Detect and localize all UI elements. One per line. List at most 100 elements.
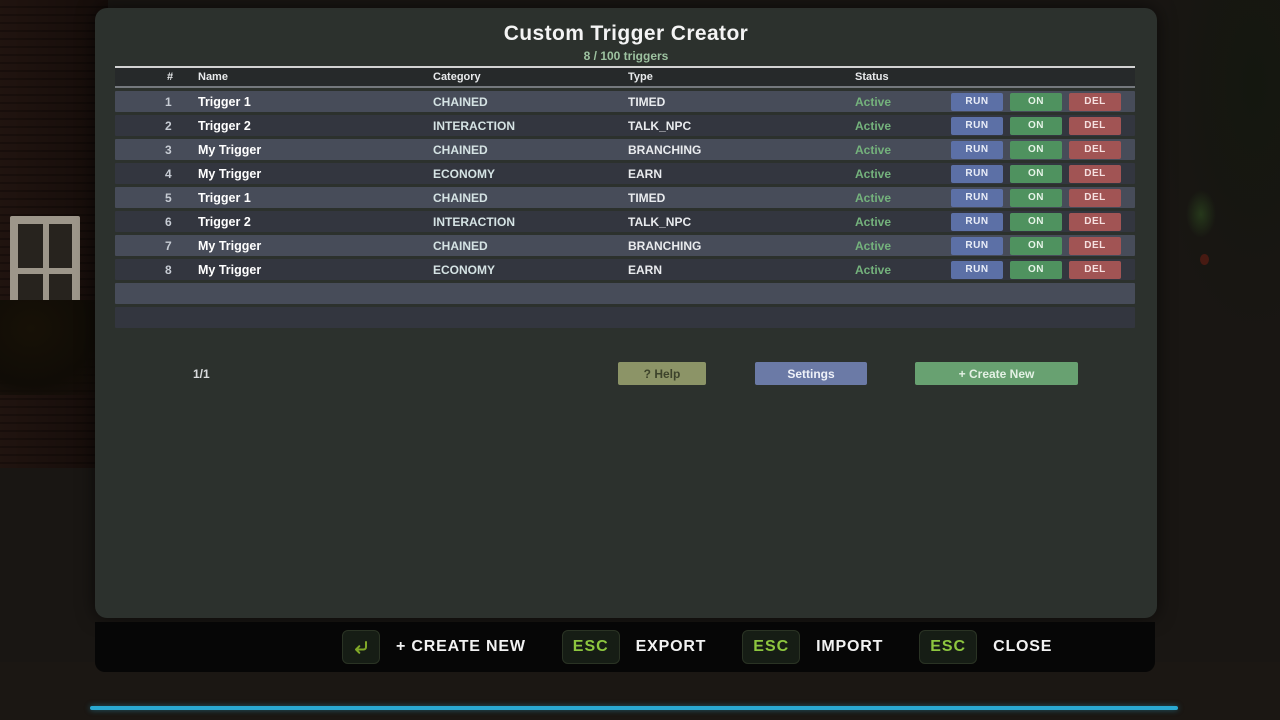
cell-number: 1 (115, 95, 198, 109)
cell-category: CHAINED (433, 95, 628, 109)
run-button[interactable]: RUN (951, 165, 1003, 183)
cell-actions: RUN ON DEL (951, 237, 1135, 255)
column-header-number: # (115, 71, 198, 83)
keybind-close[interactable]: ESC CLOSE (919, 630, 1052, 664)
column-header-name: Name (198, 71, 433, 83)
console-accent-line (90, 706, 1178, 710)
cell-status: Active (855, 215, 951, 229)
column-header-category: Category (433, 71, 628, 83)
distant-red-object (1200, 254, 1209, 265)
cell-status: Active (855, 119, 951, 133)
tree-silhouette (1150, 0, 1280, 340)
keybind-import[interactable]: ESC IMPORT (742, 630, 883, 664)
delete-button[interactable]: DEL (1069, 261, 1121, 279)
empty-row (115, 307, 1135, 328)
trigger-row: 3My TriggerCHAINEDBRANCHINGActiveRUN ON DE… (115, 139, 1135, 160)
cell-name: Trigger 1 (198, 95, 433, 109)
bushes (0, 300, 104, 395)
cell-number: 3 (115, 143, 198, 157)
trigger-row: 7My TriggerCHAINEDBRANCHINGActiveRUN ON DE… (115, 235, 1135, 256)
on-button[interactable]: ON (1010, 141, 1062, 159)
cell-type: TALK_NPC (628, 215, 855, 229)
cell-status: Active (855, 167, 951, 181)
esc-key-export[interactable]: ESC (562, 630, 620, 664)
column-header-status: Status (855, 71, 951, 83)
cell-type: BRANCHING (628, 239, 855, 253)
dialog-title: Custom Trigger Creator (95, 22, 1157, 46)
create-new-button[interactable]: + Create New (915, 362, 1078, 385)
cell-actions: RUN ON DEL (951, 213, 1135, 231)
cell-name: My Trigger (198, 239, 433, 253)
page-indicator: 1/1 (193, 367, 210, 381)
on-button[interactable]: ON (1010, 93, 1062, 111)
on-button[interactable]: ON (1010, 189, 1062, 207)
cell-actions: RUN ON DEL (951, 141, 1135, 159)
cell-category: ECONOMY (433, 263, 628, 277)
column-header-type: Type (628, 71, 855, 83)
run-button[interactable]: RUN (951, 117, 1003, 135)
cell-category: INTERACTION (433, 215, 628, 229)
cell-status: Active (855, 239, 951, 253)
cell-category: ECONOMY (433, 167, 628, 181)
keybind-label-import: IMPORT (816, 638, 883, 656)
cell-actions: RUN ON DEL (951, 165, 1135, 183)
custom-trigger-creator-dialog: Custom Trigger Creator 8 / 100 triggers … (95, 8, 1157, 618)
delete-button[interactable]: DEL (1069, 213, 1121, 231)
trigger-row: 5Trigger 1CHAINEDTIMEDActiveRUNONDEL (115, 187, 1135, 208)
run-button[interactable]: RUN (951, 141, 1003, 159)
run-button[interactable]: RUN (951, 189, 1003, 207)
on-button[interactable]: ON (1010, 117, 1062, 135)
trigger-row: 1Trigger 1CHAINEDTIMEDActiveRUNONDEL (115, 91, 1135, 112)
cell-status: Active (855, 143, 951, 157)
cell-name: Trigger 2 (198, 215, 433, 229)
enter-key-button[interactable] (342, 630, 380, 664)
help-button[interactable]: ? Help (618, 362, 706, 385)
settings-button[interactable]: Settings (755, 362, 867, 385)
keybind-export[interactable]: ESC EXPORT (562, 630, 707, 664)
trigger-table: # Name Category Type Status 1Trigger 1CH… (115, 66, 1135, 328)
delete-button[interactable]: DEL (1069, 93, 1121, 111)
cell-actions: RUN ON DEL (951, 261, 1135, 279)
delete-button[interactable]: DEL (1069, 189, 1121, 207)
cell-type: EARN (628, 167, 855, 181)
on-button[interactable]: ON (1010, 213, 1062, 231)
table-rows: 1Trigger 1CHAINEDTIMEDActiveRUNONDEL2Tri… (115, 91, 1135, 328)
delete-button[interactable]: DEL (1069, 165, 1121, 183)
trigger-count: 8 / 100 triggers (95, 49, 1157, 63)
cell-type: TIMED (628, 191, 855, 205)
table-header-row: # Name Category Type Status (115, 66, 1135, 88)
cell-category: CHAINED (433, 191, 628, 205)
on-button[interactable]: ON (1010, 261, 1062, 279)
on-button[interactable]: ON (1010, 165, 1062, 183)
trigger-row: 4My TriggerECONOMYEARNActiveRUN ON DEL (115, 163, 1135, 184)
run-button[interactable]: RUN (951, 213, 1003, 231)
cell-number: 7 (115, 239, 198, 253)
cell-actions: RUN ON DEL (951, 93, 1135, 111)
keybind-create-new[interactable]: + CREATE NEW (342, 630, 526, 664)
on-button[interactable]: ON (1010, 237, 1062, 255)
cell-status: Active (855, 191, 951, 205)
cell-name: My Trigger (198, 167, 433, 181)
delete-button[interactable]: DEL (1069, 117, 1121, 135)
cell-number: 4 (115, 167, 198, 181)
cell-category: CHAINED (433, 143, 628, 157)
delete-button[interactable]: DEL (1069, 237, 1121, 255)
cell-actions: RUN ON DEL (951, 189, 1135, 207)
cell-number: 2 (115, 119, 198, 133)
cell-category: CHAINED (433, 239, 628, 253)
esc-key-import[interactable]: ESC (742, 630, 800, 664)
delete-button[interactable]: DEL (1069, 141, 1121, 159)
esc-key-close[interactable]: ESC (919, 630, 977, 664)
keybind-label-close: CLOSE (993, 638, 1052, 656)
run-button[interactable]: RUN (951, 261, 1003, 279)
cell-name: My Trigger (198, 143, 433, 157)
cell-type: BRANCHING (628, 143, 855, 157)
run-button[interactable]: RUN (951, 93, 1003, 111)
cell-name: Trigger 2 (198, 119, 433, 133)
cell-number: 8 (115, 263, 198, 277)
trigger-row: 8My TriggerECONOMYEARNActiveRUNONDEL (115, 259, 1135, 280)
run-button[interactable]: RUN (951, 237, 1003, 255)
cell-category: INTERACTION (433, 119, 628, 133)
cell-name: Trigger 1 (198, 191, 433, 205)
cell-type: TIMED (628, 95, 855, 109)
